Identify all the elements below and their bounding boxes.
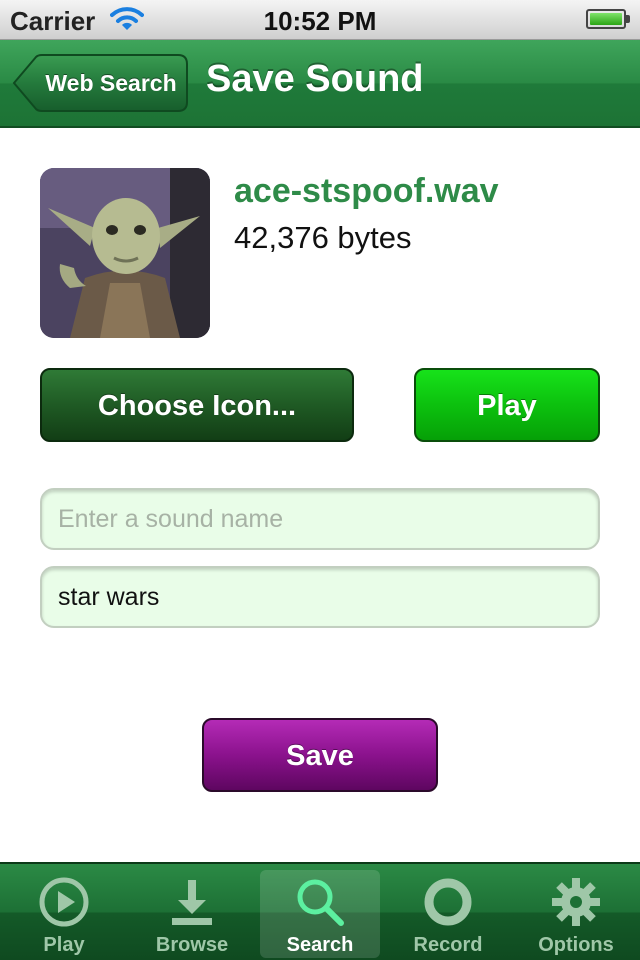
back-button[interactable]: Web Search (12, 54, 188, 112)
tab-record-label: Record (413, 934, 483, 956)
page-title: Save Sound (206, 58, 424, 100)
sound-size: 42,376 bytes (234, 220, 412, 255)
sound-filename: ace-stspoof.wav (234, 172, 499, 210)
gear-icon (552, 878, 600, 926)
yoda-image (40, 168, 210, 338)
save-button[interactable]: Save (202, 718, 438, 792)
search-icon (297, 879, 344, 926)
tab-play-label: Play (43, 934, 85, 956)
navigation-bar: Web Search Save Sound (0, 40, 640, 128)
tab-browse[interactable]: Browse (132, 870, 252, 958)
tab-bar: Play Browse Search Record Options (0, 862, 640, 960)
tab-play[interactable]: Play (4, 870, 124, 958)
tab-browse-label: Browse (155, 934, 229, 956)
back-button-label: Web Search (45, 70, 177, 96)
record-icon (424, 878, 472, 926)
clock: 10:52 PM (263, 6, 377, 36)
play-button[interactable]: Play (414, 368, 600, 442)
sound-name-input[interactable] (40, 488, 600, 550)
tab-options-label: Options (538, 934, 614, 956)
tab-options[interactable]: Options (516, 870, 636, 958)
play-icon (39, 877, 89, 927)
tab-search-label: Search (286, 934, 354, 956)
choose-icon-button[interactable]: Choose Icon... (40, 368, 354, 442)
download-icon (172, 880, 212, 925)
battery-icon (586, 9, 630, 29)
tab-record[interactable]: Record (388, 870, 508, 958)
tab-search[interactable]: Search (260, 870, 380, 958)
sound-icon-image (40, 168, 210, 338)
sound-tags-input[interactable] (40, 566, 600, 628)
status-bar: Carrier 10:52 PM (0, 0, 640, 40)
